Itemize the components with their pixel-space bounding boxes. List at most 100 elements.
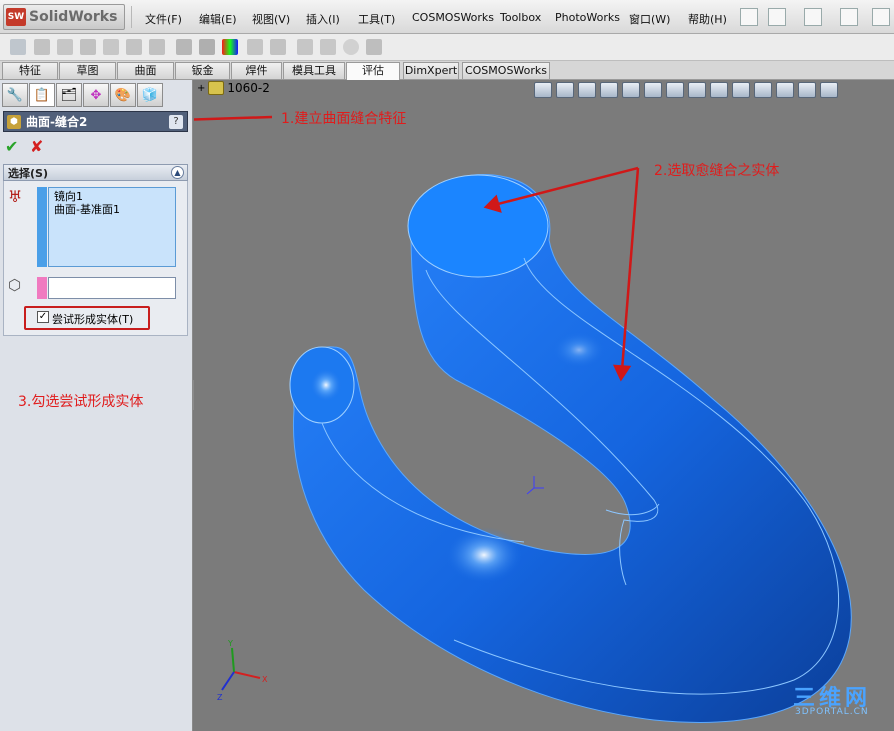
menu-edit[interactable]: 编辑(E) (199, 11, 237, 27)
help-icon[interactable]: ? (169, 115, 183, 129)
annotation-step1: 1.建立曲面缝合特征 (281, 111, 407, 127)
zoom-to-area-icon[interactable] (556, 82, 574, 98)
origin-triad (526, 476, 544, 495)
appearance-icon[interactable]: 🧊 (137, 83, 163, 107)
tab-evaluate[interactable]: 评估 (346, 62, 400, 80)
curvature-icon[interactable] (222, 39, 238, 55)
tab-sketch[interactable]: 草图 (59, 62, 116, 79)
edit-appearance-icon[interactable] (732, 82, 750, 98)
knit-surface-icon: ⬢ (7, 114, 21, 129)
hook-model[interactable]: Y X Z (194, 80, 894, 731)
menu-view[interactable]: 视图(V) (252, 11, 290, 27)
property-manager-icon[interactable]: 📋 (29, 83, 55, 107)
section-view-icon[interactable] (644, 82, 662, 98)
check-icon[interactable] (126, 39, 142, 55)
highlight (553, 332, 605, 368)
apply-scene-icon[interactable] (754, 82, 772, 98)
list-item[interactable]: 镜向1 (54, 190, 170, 203)
menu-help[interactable]: 帮助(H) (688, 11, 727, 27)
hook-body (292, 173, 852, 723)
display-manager-icon[interactable]: 🎨 (110, 83, 136, 107)
checkbox-label: 尝试形成实体(T) (52, 313, 134, 326)
group-title: 选择(S) (8, 166, 48, 180)
selections-group-header[interactable]: 选择(S) ▲ (3, 164, 188, 181)
thickness-analysis-icon[interactable] (320, 39, 336, 55)
collapse-icon[interactable]: ▲ (171, 166, 184, 179)
tab-dimxpert[interactable]: DimXpert (403, 62, 459, 79)
tab-features[interactable]: 特征 (2, 62, 58, 79)
new-document-icon[interactable] (768, 8, 786, 26)
save-icon[interactable] (840, 8, 858, 26)
display-style-icon[interactable] (688, 82, 706, 98)
configuration-manager-icon[interactable]: 🗂 (56, 83, 82, 107)
menu-photoworks[interactable]: PhotoWorks (555, 11, 620, 24)
watermark-en: 3DPORTAL.CN (795, 707, 869, 717)
statistics-icon[interactable] (103, 39, 119, 55)
menu-window[interactable]: 窗口(W) (629, 11, 670, 27)
selection-color-bar (37, 187, 47, 267)
part-name: 1060-2 (227, 81, 270, 95)
selection-color-bar (37, 277, 47, 299)
rotate-icon[interactable] (622, 82, 640, 98)
menu-cosmosworks[interactable]: COSMOSWorks (412, 11, 494, 24)
simulation-icon[interactable] (366, 39, 382, 55)
menu-tools[interactable]: 工具(T) (358, 11, 395, 27)
tab-mold-tools[interactable]: 模具工具 (283, 62, 345, 79)
open-document-icon[interactable] (804, 8, 822, 26)
surfaces-selection-list[interactable]: 镜向1 曲面-基准面1 (48, 187, 176, 267)
pan-icon[interactable] (600, 82, 618, 98)
list-item[interactable]: 曲面-基准面1 (54, 203, 170, 216)
mass-properties-icon[interactable] (34, 39, 50, 55)
expand-icon[interactable]: + (197, 83, 205, 94)
view-triad (221, 647, 261, 691)
cancel-button[interactable]: ✘ (30, 137, 43, 156)
command-manager-tabs: 特征 草图 曲面 钣金 焊件 模具工具 评估 DimXpert COSMOSWo… (0, 61, 894, 80)
undercut-icon[interactable] (247, 39, 263, 55)
surfaces-selection-icon: ♅ (8, 187, 23, 206)
menu-insert[interactable]: 插入(I) (306, 11, 340, 27)
hide-show-items-icon[interactable] (710, 82, 728, 98)
body-selection-icon: ⬡ (8, 276, 22, 294)
ok-button[interactable]: ✔ (5, 137, 18, 156)
triad-z-label: Z (217, 693, 223, 702)
tab-cosmosworks[interactable]: COSMOSWorks (462, 62, 550, 79)
zebra-stripes-icon[interactable] (199, 39, 215, 55)
feature-tree-root[interactable]: + 1060-2 (197, 81, 270, 95)
part-icon (208, 81, 225, 95)
feature-manager-icon[interactable]: 🔧 (2, 83, 28, 107)
section-properties-icon[interactable] (57, 39, 73, 55)
try-to-form-solid-checkbox[interactable]: ✓ (37, 311, 49, 323)
print-icon[interactable] (872, 8, 890, 26)
heads-up-view-toolbar (534, 82, 838, 100)
geometry-analysis-icon[interactable] (149, 39, 165, 55)
render-icon[interactable] (798, 82, 816, 98)
draft-analysis-icon[interactable] (176, 39, 192, 55)
compare-icon[interactable] (343, 39, 359, 55)
pin-icon[interactable] (740, 8, 758, 26)
menu-file[interactable]: 文件(F) (145, 11, 182, 27)
triad-y-label: Y (227, 639, 233, 648)
annotation-step3: 3.勾选尝试形成实体 (18, 394, 144, 410)
solidworks-logo[interactable]: SW SolidWorks (3, 4, 125, 30)
tab-surfaces[interactable]: 曲面 (117, 62, 174, 79)
zoom-to-fit-icon[interactable] (534, 82, 552, 98)
logo-badge: SW (6, 8, 26, 26)
highlight (310, 368, 342, 402)
body-selection-field[interactable] (48, 277, 176, 299)
photoworks-icon[interactable] (820, 82, 838, 98)
measure-icon[interactable] (10, 39, 26, 55)
previous-view-icon[interactable] (578, 82, 596, 98)
view-orientation-icon[interactable] (666, 82, 684, 98)
page-title: 曲面-缝合2 (26, 115, 88, 129)
menu-toolbox[interactable]: Toolbox (500, 11, 541, 24)
logo-text: SolidWorks (29, 9, 118, 25)
symmetry-check-icon[interactable] (297, 39, 313, 55)
dimxpert-manager-icon[interactable]: ✥ (83, 83, 109, 107)
tab-weldments[interactable]: 焊件 (231, 62, 282, 79)
parting-line-icon[interactable] (270, 39, 286, 55)
property-manager-header: ⬢ 曲面-缝合2 ? (3, 111, 188, 132)
sensor-icon[interactable] (80, 39, 96, 55)
tab-sheet-metal[interactable]: 钣金 (175, 62, 230, 79)
view-settings-icon[interactable] (776, 82, 794, 98)
menu-bar: SW SolidWorks 文件(F) 编辑(E) 视图(V) 插入(I) 工具… (0, 0, 894, 34)
